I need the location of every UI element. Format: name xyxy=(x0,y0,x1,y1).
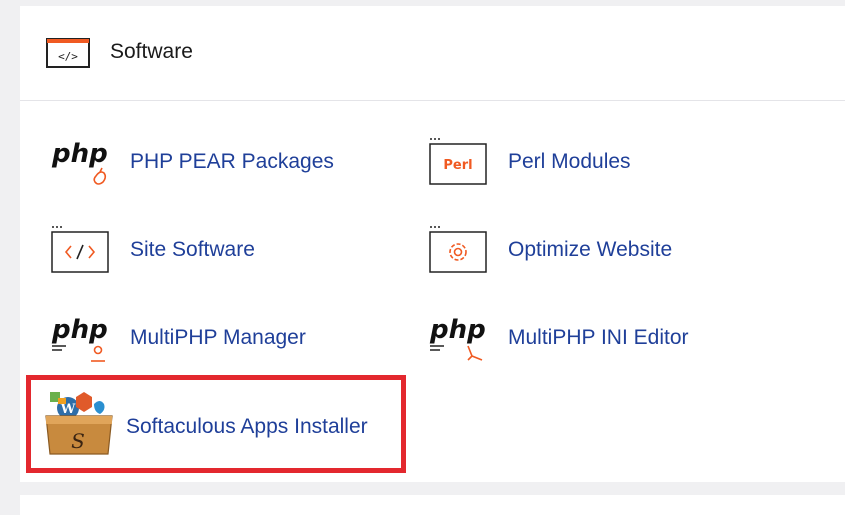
item-label: Perl Modules xyxy=(508,150,631,173)
item-label: MultiPHP INI Editor xyxy=(508,326,689,349)
item-label: MultiPHP Manager xyxy=(130,326,306,349)
perl-modules-link[interactable]: Perl Perl Modules xyxy=(428,132,748,192)
item-label: PHP PEAR Packages xyxy=(130,150,334,173)
section-title: Software xyxy=(110,40,193,63)
multiphp-ini-editor-icon: php xyxy=(429,315,486,361)
php-pear-icon: php xyxy=(51,139,108,185)
item-label: Optimize Website xyxy=(508,238,673,261)
site-software-link[interactable]: Site Software xyxy=(50,220,370,280)
multiphp-manager-link[interactable]: php MultiPHP Manager xyxy=(50,308,370,368)
item-label: Site Software xyxy=(130,238,255,261)
next-section-panel xyxy=(20,495,845,515)
svg-text:</>: </> xyxy=(58,50,78,63)
perl-modules-icon: Perl xyxy=(429,138,487,185)
code-window-icon: </> xyxy=(46,38,90,68)
site-software-icon xyxy=(51,226,109,273)
highlight-box xyxy=(26,375,406,473)
section-header[interactable]: </> Software xyxy=(20,6,845,101)
php-logo-text: php xyxy=(429,315,486,345)
multiphp-ini-editor-link[interactable]: php MultiPHP INI Editor xyxy=(428,308,748,368)
optimize-website-icon xyxy=(429,226,487,273)
php-logo-text: php xyxy=(51,139,108,169)
perl-badge: Perl xyxy=(443,158,472,173)
optimize-website-link[interactable]: Optimize Website xyxy=(428,220,748,280)
php-logo-text: php xyxy=(51,315,108,345)
multiphp-manager-icon: php xyxy=(51,315,108,362)
php-pear-packages-link[interactable]: php PHP PEAR Packages xyxy=(50,132,370,192)
